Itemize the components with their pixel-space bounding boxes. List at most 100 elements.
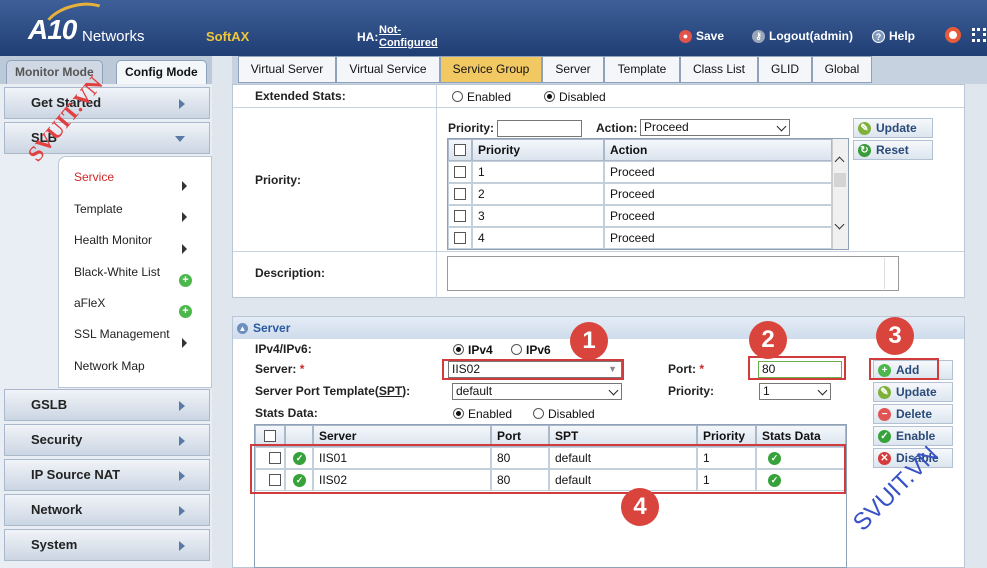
- action-cell: Proceed: [604, 161, 832, 183]
- tab-class-list[interactable]: Class List: [680, 56, 758, 83]
- priority-cell: 1: [472, 161, 604, 183]
- radio-label: Enabled: [468, 407, 513, 421]
- reset-icon: ↻: [858, 144, 871, 157]
- update-server-button[interactable]: ✎ Update: [873, 382, 953, 402]
- annotation-badge-1: 1: [570, 322, 608, 360]
- priority-select[interactable]: 1: [759, 383, 831, 400]
- grid-scrollbar[interactable]: [832, 139, 848, 249]
- expand-icon[interactable]: [972, 28, 986, 42]
- description-textarea[interactable]: [447, 256, 899, 291]
- button-label: Update: [896, 385, 937, 399]
- action-select[interactable]: Proceed: [640, 119, 790, 136]
- spt-abbr-link[interactable]: SPT: [379, 384, 402, 398]
- stats-disabled-radio[interactable]: Disabled: [533, 407, 595, 421]
- radio-icon: [453, 344, 464, 355]
- sidebar-item-ip-source-nat[interactable]: IP Source NAT: [4, 459, 210, 491]
- help-icon: ?: [872, 29, 885, 43]
- sidebar-item-network-map[interactable]: Network Map: [74, 359, 145, 373]
- update-icon: ✎: [858, 122, 871, 135]
- sidebar-item-label: Network: [31, 502, 83, 517]
- select-all-checkbox[interactable]: [264, 430, 276, 442]
- sidebar-item-template[interactable]: Template: [74, 202, 123, 216]
- sidebar-item-gslb[interactable]: GSLB: [4, 389, 210, 421]
- textarea-scrollbar[interactable]: [884, 258, 898, 289]
- chevron-right-icon: [179, 401, 185, 411]
- select-all-checkbox[interactable]: [454, 144, 466, 156]
- minus-icon: −: [878, 408, 891, 421]
- tab-template[interactable]: Template: [604, 56, 680, 83]
- tab-virtual-server[interactable]: Virtual Server: [238, 56, 336, 83]
- sidebar-item-security[interactable]: Security: [4, 424, 210, 456]
- tab-global[interactable]: Global: [812, 56, 872, 83]
- radio-icon: [452, 91, 463, 102]
- row-checkbox[interactable]: [454, 232, 466, 244]
- sidebar-item-get-started[interactable]: Get Started: [4, 87, 210, 119]
- sidebar-item-health-monitor[interactable]: Health Monitor: [74, 233, 152, 247]
- table-row-checkbox-cell: [448, 161, 472, 183]
- extended-stats-label: Extended Stats:: [255, 89, 346, 103]
- port-label-text: Port:: [668, 362, 696, 376]
- table-row-checkbox-cell: [448, 205, 472, 227]
- logout-button[interactable]: ⚷ Logout(admin): [752, 29, 853, 43]
- extended-stats-disabled-radio[interactable]: Disabled: [544, 90, 606, 104]
- spt-select[interactable]: default: [452, 383, 622, 400]
- sidebar-item-black-white-list[interactable]: Black-White List: [74, 265, 160, 279]
- tab-glid[interactable]: GLID: [758, 56, 812, 83]
- chevron-right-icon: [182, 181, 187, 191]
- button-label: Reset: [876, 143, 909, 157]
- highlight-server-rows: [250, 444, 846, 494]
- collapse-icon[interactable]: ▲: [237, 323, 248, 334]
- annotation-badge-3: 3: [876, 317, 914, 355]
- ipv6-radio[interactable]: IPv6: [511, 343, 551, 357]
- ha-status-link[interactable]: Not-Configured: [379, 24, 449, 50]
- tab-service-group[interactable]: Service Group: [440, 56, 542, 83]
- row-checkbox[interactable]: [454, 210, 466, 222]
- priority-cell: 2: [472, 183, 604, 205]
- ipv-label: IPv4/IPv6:: [255, 342, 312, 356]
- chevron-right-icon: [179, 471, 185, 481]
- key-icon: ⚷: [752, 29, 765, 43]
- button-label: Delete: [896, 407, 933, 421]
- priority-update-button[interactable]: ✎ Update: [853, 118, 933, 138]
- stats-data-label: Stats Data:: [255, 406, 318, 420]
- priority-label: Priority:: [668, 384, 715, 398]
- priority-reset-button[interactable]: ↻ Reset: [853, 140, 933, 160]
- enable-server-button[interactable]: ✓ Enable: [873, 426, 953, 446]
- plus-icon[interactable]: +: [179, 305, 192, 318]
- priority-input[interactable]: [497, 120, 582, 137]
- delete-server-button[interactable]: − Delete: [873, 404, 953, 424]
- stats-enabled-radio[interactable]: Enabled: [453, 407, 512, 421]
- row-divider: [233, 251, 964, 252]
- ipv4-radio[interactable]: IPv4: [453, 343, 493, 357]
- sidebar-item-label: Security: [31, 432, 83, 447]
- product-name: SoftAX: [206, 29, 250, 44]
- button-label: Enable: [896, 429, 936, 443]
- row-checkbox[interactable]: [454, 166, 466, 178]
- tab-virtual-service[interactable]: Virtual Service: [336, 56, 440, 83]
- priority-label: Priority:: [255, 173, 302, 187]
- tab-server[interactable]: Server: [542, 56, 604, 83]
- priority-field-label: Priority:: [448, 121, 495, 135]
- save-button[interactable]: ● Save: [679, 29, 724, 43]
- radio-icon: [533, 408, 544, 419]
- lifebuoy-icon[interactable]: [945, 27, 961, 43]
- logo-subtitle: Networks: [82, 28, 145, 45]
- row-checkbox[interactable]: [454, 188, 466, 200]
- button-label: Update: [876, 121, 917, 135]
- priority-cell: 3: [472, 205, 604, 227]
- help-button[interactable]: ? Help: [872, 29, 915, 43]
- chevron-right-icon: [179, 436, 185, 446]
- sidebar-item-system[interactable]: System: [4, 529, 210, 561]
- x-icon: ✕: [878, 452, 891, 465]
- tab-config-mode[interactable]: Config Mode: [116, 60, 207, 84]
- sidebar-item-ssl-management[interactable]: SSL Management: [74, 327, 170, 341]
- table-row-checkbox-cell: [448, 183, 472, 205]
- action-select-value: Proceed: [644, 120, 689, 134]
- sidebar-item-aflex[interactable]: aFleX: [74, 296, 105, 310]
- extended-stats-enabled-radio[interactable]: Enabled: [452, 90, 511, 104]
- help-label: Help: [889, 29, 916, 43]
- plus-icon[interactable]: +: [179, 274, 192, 287]
- sidebar-item-service[interactable]: Service: [74, 170, 114, 184]
- scrollbar-thumb[interactable]: [834, 173, 846, 187]
- sidebar-item-network[interactable]: Network: [4, 494, 210, 526]
